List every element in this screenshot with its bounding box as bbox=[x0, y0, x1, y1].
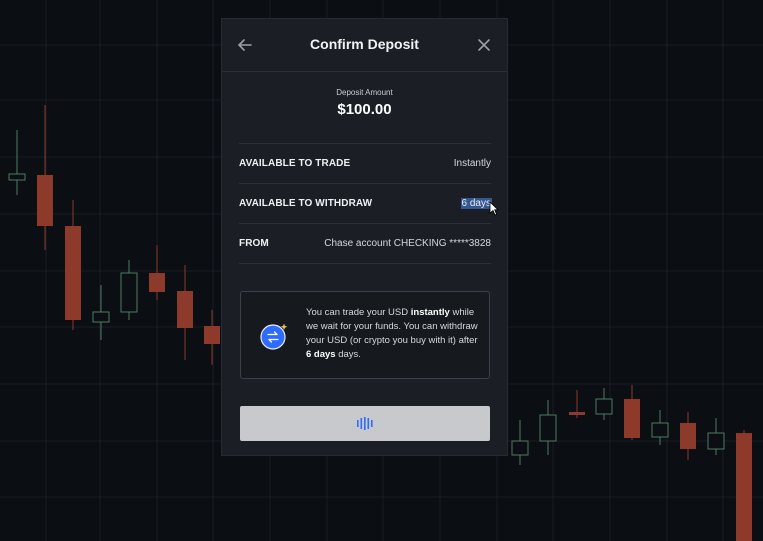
detail-value: Instantly bbox=[453, 158, 491, 169]
detail-value: Chase account CHECKING *****3828 bbox=[324, 238, 491, 249]
info-text-part: days. bbox=[335, 349, 361, 360]
mouse-cursor-icon bbox=[489, 201, 499, 216]
candle-body bbox=[624, 399, 640, 438]
info-text-part: You can trade your USD bbox=[306, 307, 411, 318]
candle-body bbox=[707, 432, 725, 450]
candle-body bbox=[204, 326, 220, 344]
detail-row-from: FROM Chase account CHECKING *****3828 bbox=[239, 223, 491, 263]
close-icon[interactable] bbox=[475, 36, 493, 54]
detail-row-trade: AVAILABLE TO TRADE Instantly bbox=[239, 143, 491, 183]
candle-body bbox=[8, 173, 26, 181]
candle-body bbox=[680, 423, 696, 449]
confirm-deposit-modal: Confirm Deposit Deposit Amount $100.00 A… bbox=[221, 18, 508, 456]
candle-body bbox=[120, 272, 138, 313]
modal-title: Confirm Deposit bbox=[310, 36, 419, 52]
deposit-amount-value: $100.00 bbox=[337, 101, 392, 118]
candle-body bbox=[149, 273, 165, 292]
info-box: You can trade your USD instantly while w… bbox=[240, 291, 490, 379]
detail-key: FROM bbox=[239, 238, 269, 249]
candle-body bbox=[595, 398, 613, 415]
candle-body bbox=[177, 291, 193, 328]
candle-body bbox=[569, 412, 585, 415]
candle-body bbox=[651, 422, 669, 438]
loading-bars-icon bbox=[357, 417, 373, 430]
info-text-bold: instantly bbox=[410, 307, 450, 318]
candle-body bbox=[37, 175, 53, 226]
candle-body bbox=[92, 311, 110, 323]
detail-key: AVAILABLE TO TRADE bbox=[239, 158, 351, 169]
candle-body bbox=[736, 433, 752, 541]
info-text-bold: 6 days bbox=[306, 349, 336, 360]
info-text: You can trade your USD instantly while w… bbox=[306, 306, 478, 362]
candle-body bbox=[65, 226, 81, 320]
candle-body bbox=[511, 440, 529, 456]
detail-key: AVAILABLE TO WITHDRAW bbox=[239, 198, 373, 209]
swap-sparkle-icon bbox=[260, 323, 288, 350]
detail-value-selected: 6 days bbox=[460, 198, 492, 209]
detail-row-withdraw: AVAILABLE TO WITHDRAW 6 days bbox=[239, 183, 492, 223]
divider bbox=[239, 263, 491, 264]
confirm-button[interactable] bbox=[240, 406, 490, 441]
modal-header: Confirm Deposit bbox=[222, 19, 507, 72]
candle-body bbox=[539, 414, 557, 442]
deposit-amount-label: Deposit Amount bbox=[336, 88, 393, 97]
